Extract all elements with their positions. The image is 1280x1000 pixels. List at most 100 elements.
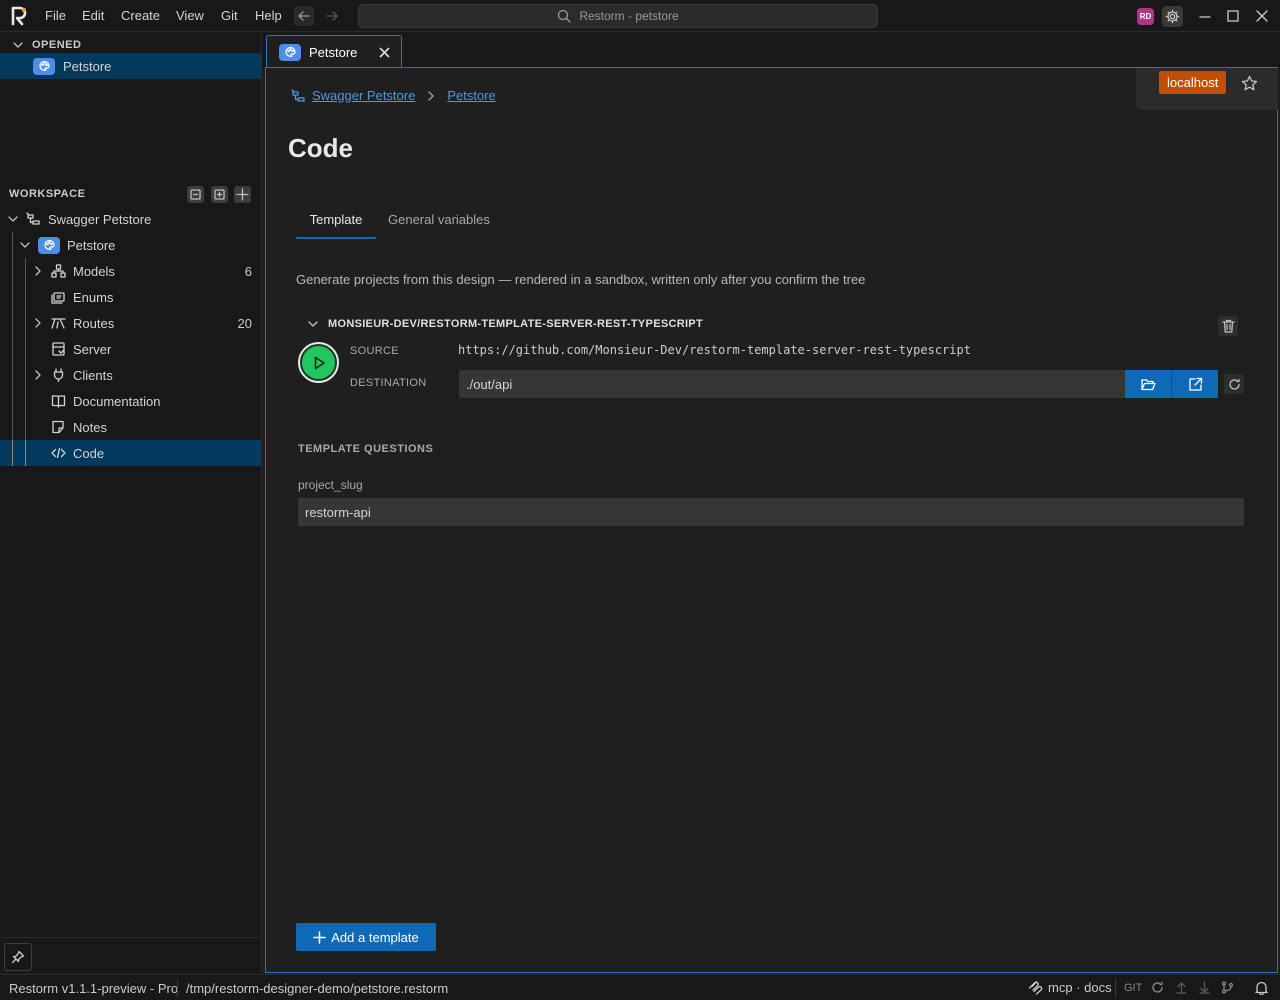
add-template-button[interactable]: Add a template <box>296 923 436 951</box>
run-template-button[interactable] <box>298 342 339 383</box>
destination-label: DESTINATION <box>350 377 427 389</box>
mcp-icon <box>1028 981 1043 995</box>
opened-header: OPENED <box>32 39 82 51</box>
minimize-button[interactable] <box>1197 8 1213 24</box>
enums-icon <box>51 292 65 304</box>
page-description: Generate projects from this design — ren… <box>296 272 866 287</box>
project-slug-label: project_slug <box>298 478 363 492</box>
menu-create[interactable]: Create <box>121 8 160 23</box>
menu-file[interactable]: File <box>45 8 66 23</box>
tree-item-models[interactable]: Models 6 <box>0 258 261 284</box>
play-icon <box>314 356 325 369</box>
version-label: Restorm v1.1.1-preview - Pro <box>9 981 179 996</box>
delete-template-button[interactable] <box>1218 316 1238 336</box>
minimize-icon <box>1199 16 1211 18</box>
pin-button[interactable] <box>4 943 32 971</box>
tab-general-variables[interactable]: General variables <box>388 212 490 227</box>
close-window-button[interactable] <box>1254 8 1270 24</box>
close-icon <box>380 47 390 57</box>
scrollbar[interactable] <box>1267 68 1277 972</box>
tree-design[interactable]: Petstore <box>0 232 261 258</box>
mcp-docs-link[interactable]: mcp · docs <box>1028 980 1112 995</box>
tree-project[interactable]: Swagger Petstore <box>0 206 261 232</box>
git-branch-button[interactable] <box>1221 981 1234 994</box>
chevron-down-icon <box>20 242 30 248</box>
routes-icon <box>51 318 66 329</box>
browse-folder-button[interactable] <box>1125 370 1171 398</box>
tree-item-label: Enums <box>73 289 114 305</box>
app-logo-icon <box>10 6 28 26</box>
tree-item-code[interactable]: Code <box>0 440 261 466</box>
design-label: Petstore <box>67 237 116 253</box>
code-icon <box>51 447 66 459</box>
arrow-left-icon <box>298 11 310 21</box>
template-questions-header: TEMPLATE QUESTIONS <box>298 443 434 455</box>
file-path[interactable]: /tmp/restorm-designer-demo/petstore.rest… <box>186 981 448 996</box>
menu-view[interactable]: View <box>176 8 204 23</box>
expand-all-button[interactable] <box>211 186 228 203</box>
close-tab-button[interactable] <box>379 47 390 58</box>
settings-button[interactable] <box>1162 6 1183 27</box>
trash-icon <box>1221 319 1235 333</box>
collapse-icon <box>190 189 201 200</box>
arrow-up-icon <box>1176 982 1187 994</box>
source-value: https://github.com/Monsieur-Dev/restorm-… <box>458 343 971 357</box>
git-label: GIT <box>1124 982 1143 994</box>
chevron-down-icon <box>13 42 23 48</box>
tree-item-label: Models <box>73 263 115 279</box>
git-push-button[interactable] <box>1175 981 1188 994</box>
tree-item-routes[interactable]: Routes 20 <box>0 310 261 336</box>
tree-item-count: 20 <box>237 315 252 331</box>
search-icon <box>558 9 571 23</box>
add-workspace-item-button[interactable] <box>234 186 251 203</box>
tree-item-server[interactable]: Server <box>0 336 261 362</box>
template-name: MONSIEUR-DEV/RESTORM-TEMPLATE-SERVER-RES… <box>328 318 703 330</box>
tree-item-clients[interactable]: Clients <box>0 362 261 388</box>
collapse-all-button[interactable] <box>187 186 204 203</box>
back-button[interactable] <box>294 6 314 26</box>
breadcrumb: Swagger Petstore Petstore <box>291 88 496 103</box>
note-icon <box>52 420 64 434</box>
opened-item-petstore[interactable]: Petstore <box>0 53 261 79</box>
status-bar: Restorm v1.1.1-preview - Pro /tmp/restor… <box>0 974 1280 1000</box>
maximize-button[interactable] <box>1225 8 1241 24</box>
refresh-button[interactable] <box>1224 374 1244 394</box>
book-icon <box>51 395 66 408</box>
git-refresh-button[interactable] <box>1151 981 1164 994</box>
opened-section-header[interactable]: OPENED <box>12 36 81 54</box>
project-label: Swagger Petstore <box>48 211 152 227</box>
chevron-right-icon <box>35 318 41 328</box>
tree-item-documentation[interactable]: Documentation <box>0 388 261 414</box>
opened-item-label: Petstore <box>63 58 112 74</box>
avatar[interactable]: RD <box>1137 8 1154 25</box>
open-destination-button[interactable] <box>1171 370 1218 398</box>
tree-item-notes[interactable]: Notes <box>0 414 261 440</box>
breadcrumb-project-link[interactable]: Swagger Petstore <box>312 88 415 103</box>
breadcrumb-design-link[interactable]: Petstore <box>447 88 495 103</box>
external-link-icon <box>1188 377 1202 391</box>
menu-help[interactable]: Help <box>255 8 282 23</box>
add-template-label: Add a template <box>331 929 419 945</box>
destination-input[interactable]: ./out/api <box>459 370 1125 398</box>
notifications-button[interactable] <box>1255 981 1268 995</box>
environment-badge[interactable]: localhost <box>1159 71 1227 94</box>
menu-edit[interactable]: Edit <box>82 8 104 23</box>
template-header[interactable]: MONSIEUR-DEV/RESTORM-TEMPLATE-SERVER-RES… <box>307 318 703 330</box>
tab-template[interactable]: Template <box>296 212 376 239</box>
menu-git[interactable]: Git <box>221 8 238 23</box>
git-pull-button[interactable] <box>1198 981 1211 994</box>
forward-button[interactable] <box>322 6 342 26</box>
tree-item-label: Notes <box>73 419 107 435</box>
star-icon <box>1241 75 1258 91</box>
tree-item-count: 6 <box>244 263 252 279</box>
command-search[interactable]: Restorm - petstore <box>358 4 878 28</box>
project-slug-input[interactable]: restorm-api <box>298 498 1244 526</box>
refresh-icon <box>1152 981 1163 993</box>
favorite-button[interactable] <box>1241 75 1258 92</box>
tab-petstore[interactable]: Petstore <box>266 35 402 68</box>
divider <box>0 937 262 938</box>
design-icon <box>279 43 301 61</box>
models-icon <box>51 264 66 278</box>
bell-icon <box>1255 981 1268 995</box>
tree-item-enums[interactable]: Enums <box>0 284 261 310</box>
